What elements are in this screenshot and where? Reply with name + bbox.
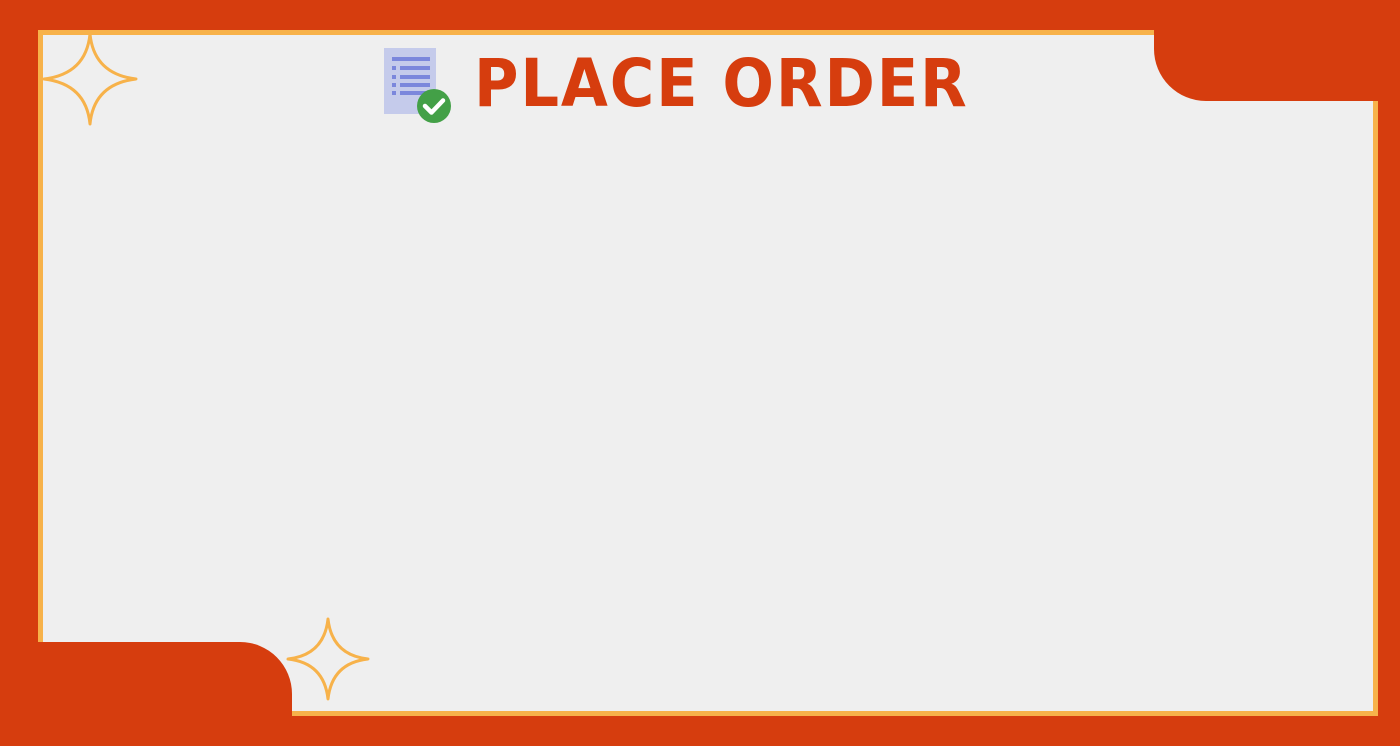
sparkle-icon [42, 32, 138, 126]
place-order-screen: PLACE ORDER [0, 0, 1400, 746]
decorative-corner-bottom-left [0, 642, 292, 746]
content-panel [38, 30, 1378, 716]
page-title: PLACE ORDER [474, 45, 969, 122]
page-header: PLACE ORDER [382, 44, 1012, 124]
check-circle-icon [417, 89, 451, 123]
sparkle-icon [286, 617, 370, 701]
order-checklist-icon [382, 44, 454, 124]
decorative-corner-top-right [1154, 0, 1400, 101]
